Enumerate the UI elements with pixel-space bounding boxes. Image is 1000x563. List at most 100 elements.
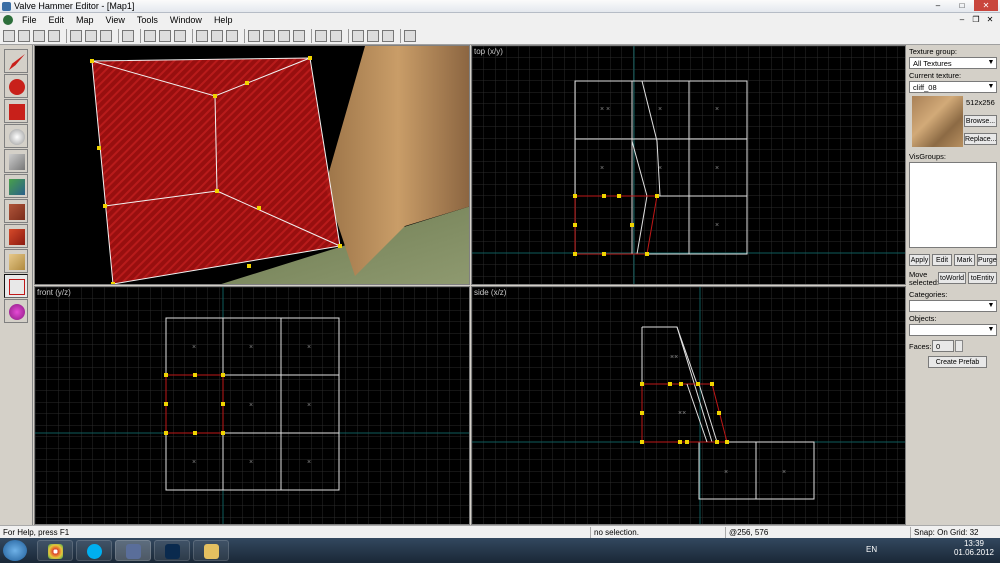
texture-tool-button[interactable] <box>4 174 28 198</box>
chevron-down-icon[interactable]: ▼ <box>986 58 996 68</box>
taskbar-photoshop[interactable] <box>154 540 190 561</box>
taskbar-hammer[interactable] <box>115 540 151 561</box>
cube-icon[interactable] <box>122 29 134 42</box>
svg-text:×: × <box>307 459 311 466</box>
document-icon[interactable] <box>3 15 13 25</box>
help-status: For Help, press F1 <box>3 528 70 537</box>
system-clock[interactable]: 13:39 01.06.2012 <box>954 539 994 557</box>
menu-map[interactable]: Map <box>70 15 100 25</box>
coords-status: @256, 576 <box>725 527 905 538</box>
hide-icon[interactable] <box>315 29 327 42</box>
selected-brush-face[interactable] <box>92 58 340 284</box>
windows-taskbar: EN 13:39 01.06.2012 <box>0 538 1000 563</box>
mdi-minimize-button[interactable]: – <box>956 14 968 25</box>
toolbar-separator <box>311 28 312 43</box>
paste-special-icon[interactable] <box>293 29 305 42</box>
grid-smaller-icon[interactable] <box>18 29 30 42</box>
close-button[interactable]: ✕ <box>974 0 998 11</box>
magnify-tool-button[interactable] <box>4 74 28 98</box>
side-2d-viewport[interactable]: side (x/z) ×× ×× × × <box>471 286 906 525</box>
faces-label: Faces: <box>909 342 932 351</box>
clock-date: 01.06.2012 <box>953 548 994 557</box>
textured-view-icon[interactable] <box>226 29 238 42</box>
chevron-down-icon[interactable]: ▼ <box>986 301 996 311</box>
ignore-grouping-icon[interactable] <box>382 29 394 42</box>
maximize-button[interactable]: □ <box>950 0 974 11</box>
windows-start-button[interactable] <box>3 540 27 561</box>
hammer-app-icon <box>2 2 11 11</box>
texture-lock-icon[interactable] <box>367 29 379 42</box>
apply-texture-button[interactable] <box>4 199 28 223</box>
visgroups-list[interactable] <box>909 162 997 248</box>
menu-file[interactable]: File <box>16 15 43 25</box>
block-tool-button[interactable] <box>4 149 28 173</box>
mdi-close-button[interactable]: ✕ <box>984 14 996 25</box>
to-world-button[interactable]: toWorld <box>938 272 966 284</box>
top-2d-viewport[interactable]: top (x/y) × × × × × × × × <box>471 45 906 285</box>
chevron-down-icon[interactable]: ▼ <box>986 82 996 92</box>
ungroup-icon[interactable] <box>159 29 171 42</box>
grid-toggle-icon[interactable] <box>3 29 15 42</box>
create-prefab-button[interactable]: Create Prefab <box>928 356 987 368</box>
side-view-canvas: ×××× × × <box>472 287 905 524</box>
paste-icon[interactable] <box>278 29 290 42</box>
mark-button[interactable]: Mark <box>954 254 975 266</box>
front-2d-viewport[interactable]: front (y/z) × × × × × × × × <box>34 286 470 525</box>
categories-select[interactable]: ▼ <box>909 300 997 312</box>
texture-group-select[interactable]: All Textures ▼ <box>909 57 997 69</box>
title-bar[interactable]: Valve Hammer Editor - [Map1] – □ ✕ <box>0 0 1000 13</box>
path-tool-button[interactable] <box>4 299 28 323</box>
grid-mode-icon[interactable] <box>70 29 82 42</box>
taskbar-skype[interactable] <box>76 540 112 561</box>
decal-tool-button[interactable] <box>4 224 28 248</box>
unhide-icon[interactable] <box>330 29 342 42</box>
flat-view-icon[interactable] <box>211 29 223 42</box>
selection-tool-button[interactable] <box>4 49 28 73</box>
3d-grid-icon[interactable] <box>48 29 60 42</box>
front-view-canvas: × × × × × × × × <box>35 287 469 524</box>
language-indicator[interactable]: EN <box>866 545 877 554</box>
group-icon[interactable] <box>144 29 156 42</box>
menu-tools[interactable]: Tools <box>131 15 164 25</box>
purge-button[interactable]: Purge <box>977 254 997 266</box>
pointer-icon <box>9 54 25 70</box>
grid-larger-icon[interactable] <box>33 29 45 42</box>
select-icon[interactable] <box>352 29 364 42</box>
menu-edit[interactable]: Edit <box>43 15 71 25</box>
taskbar-explorer[interactable] <box>193 540 229 561</box>
grid-mode-3-icon[interactable] <box>100 29 112 42</box>
browse-button[interactable]: Browse... <box>964 115 997 127</box>
edit-button[interactable]: Edit <box>932 254 952 266</box>
camera-tool-button[interactable] <box>4 99 28 123</box>
copy-icon[interactable] <box>263 29 275 42</box>
camera-3d-viewport[interactable] <box>34 45 470 285</box>
cut-icon[interactable] <box>248 29 260 42</box>
entity-tool-button[interactable] <box>4 124 28 148</box>
clip-tool-button[interactable] <box>4 249 28 273</box>
mdi-restore-button[interactable]: ❐ <box>970 14 982 25</box>
taskbar-chrome[interactable] <box>37 540 73 561</box>
entity-icon[interactable] <box>174 29 186 42</box>
wireframe-view-icon[interactable] <box>196 29 208 42</box>
to-entity-button[interactable]: toEntity <box>968 272 997 284</box>
toolbar-separator <box>348 28 349 43</box>
current-texture-select[interactable]: cliff_08 ▼ <box>909 81 997 93</box>
grid-mode-2-icon[interactable] <box>85 29 97 42</box>
carve-icon[interactable] <box>404 29 416 42</box>
svg-text:×: × <box>782 469 786 476</box>
replace-button[interactable]: Replace... <box>964 133 997 145</box>
svg-text:×: × <box>600 165 604 172</box>
objects-select[interactable]: ▼ <box>909 324 997 336</box>
vertex-tool-button[interactable] <box>4 274 28 298</box>
texture-size-label: 512x256 <box>966 98 995 107</box>
minimize-button[interactable]: – <box>926 0 950 11</box>
faces-spinner[interactable] <box>955 340 963 352</box>
apply-button[interactable]: Apply <box>909 254 930 266</box>
menu-view[interactable]: View <box>100 15 131 25</box>
texture-group-label: Texture group: <box>909 47 957 56</box>
menu-help[interactable]: Help <box>208 15 239 25</box>
menu-window[interactable]: Window <box>164 15 208 25</box>
chevron-down-icon[interactable]: ▼ <box>986 325 996 335</box>
svg-text:××: ×× <box>678 410 686 417</box>
faces-input[interactable]: 0 <box>932 340 954 352</box>
